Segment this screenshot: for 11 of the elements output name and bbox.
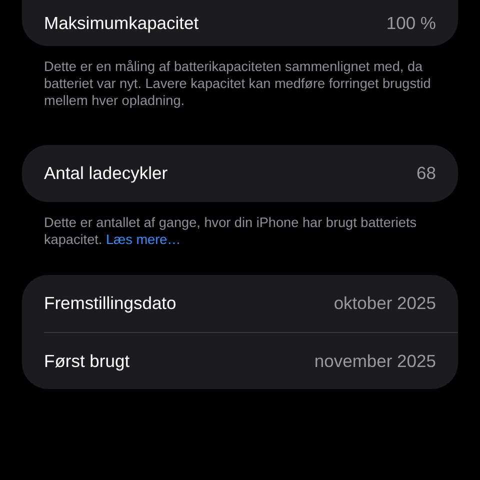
read-more-link[interactable]: Læs mere… [106, 232, 181, 247]
row-value: november 2025 [314, 350, 436, 373]
row-label: Antal ladecykler [44, 162, 168, 186]
row-label: Fremstillingsdato [44, 292, 176, 316]
row-label: Maksimumkapacitet [44, 12, 199, 35]
footer-note: Dette er en måling af batterikapaciteten sammenlignet med, da batteriet var nyt. Lavere kapacitet kan medføre forringet brugstid mellem hver opladning. [44, 58, 432, 109]
row-value: 68 [416, 162, 436, 186]
row-value: 100 % [386, 12, 436, 35]
row-value: oktober 2025 [334, 292, 436, 316]
footer-note: Dette er antallet af gange, hvor din iPhone har brugt batteriets kapacitet. Læs mere… [44, 214, 418, 248]
row-label: Først brugt [44, 350, 130, 373]
